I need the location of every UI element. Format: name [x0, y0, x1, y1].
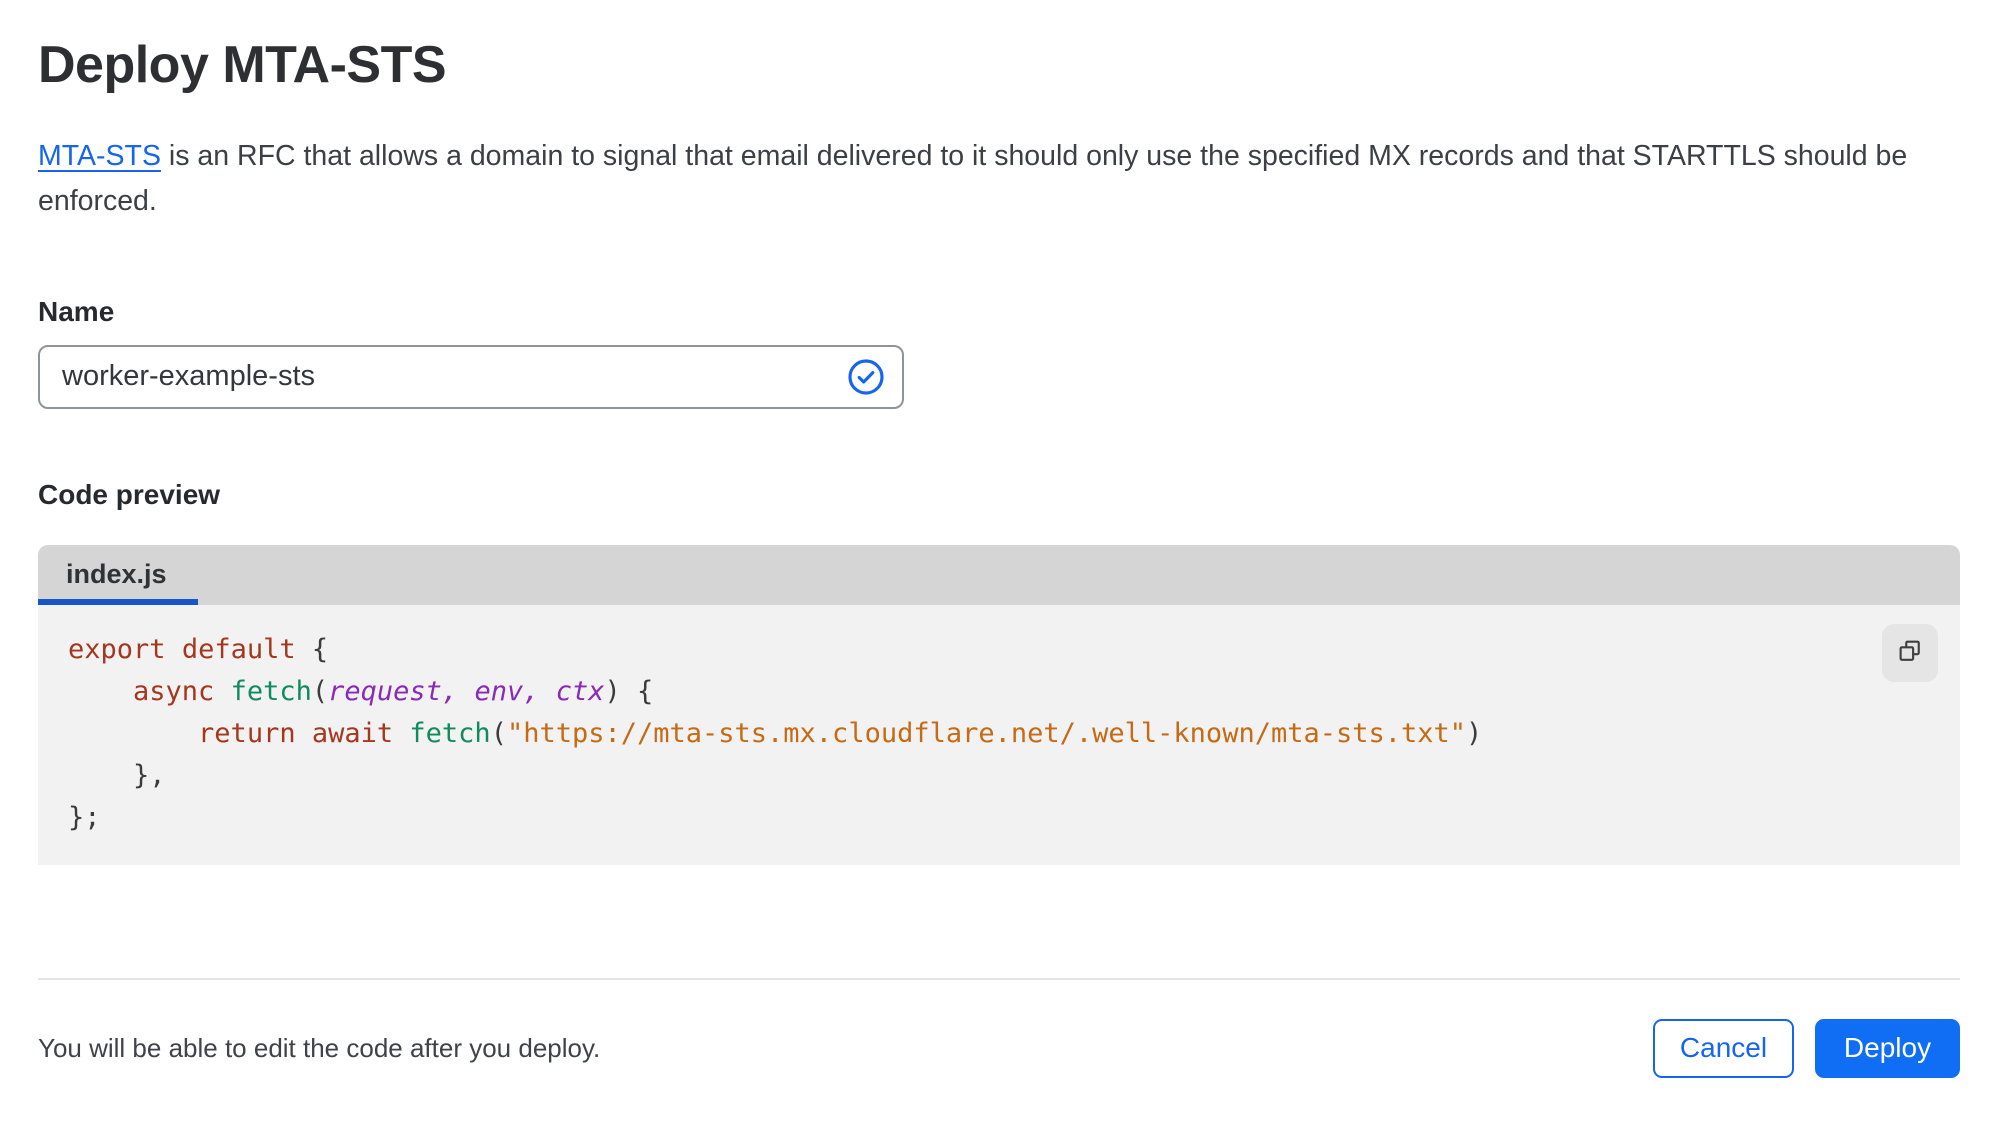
copy-icon	[1895, 636, 1925, 669]
description: MTA-STS is an RFC that allows a domain t…	[38, 134, 1943, 224]
code-lines: export default { async fetch(request, en…	[68, 633, 1483, 833]
name-label: Name	[38, 295, 115, 327]
name-input[interactable]	[38, 344, 904, 409]
footer-divider	[38, 977, 1960, 980]
mta-sts-link[interactable]: MTA-STS	[38, 140, 161, 172]
footer-note: You will be able to edit the code after …	[38, 1032, 601, 1063]
footer-actions: Cancel Deploy	[1653, 1018, 1960, 1078]
code-preview-heading: Code preview	[38, 478, 221, 510]
code-tab-bar: index.js	[38, 544, 1960, 605]
footer: You will be able to edit the code after …	[38, 988, 1960, 1078]
description-text: is an RFC that allows a domain to signal…	[38, 139, 1908, 217]
copy-code-button[interactable]	[1882, 623, 1938, 682]
tab-index-js[interactable]: index.js	[38, 545, 198, 605]
name-input-wrap	[38, 344, 904, 409]
page-title: Deploy MTA-STS	[38, 36, 447, 94]
deploy-mta-sts-page: Deploy MTA-STS MTA-STS is an RFC that al…	[0, 0, 1999, 1078]
check-circle-icon	[846, 357, 886, 397]
code-editor-area: export default { async fetch(request, en…	[38, 604, 1960, 865]
tab-label: index.js	[66, 559, 167, 590]
cancel-button[interactable]: Cancel	[1653, 1018, 1794, 1078]
deploy-button[interactable]: Deploy	[1815, 1018, 1960, 1078]
code-preview-card: index.js export default { async fetch(re…	[38, 544, 1960, 865]
